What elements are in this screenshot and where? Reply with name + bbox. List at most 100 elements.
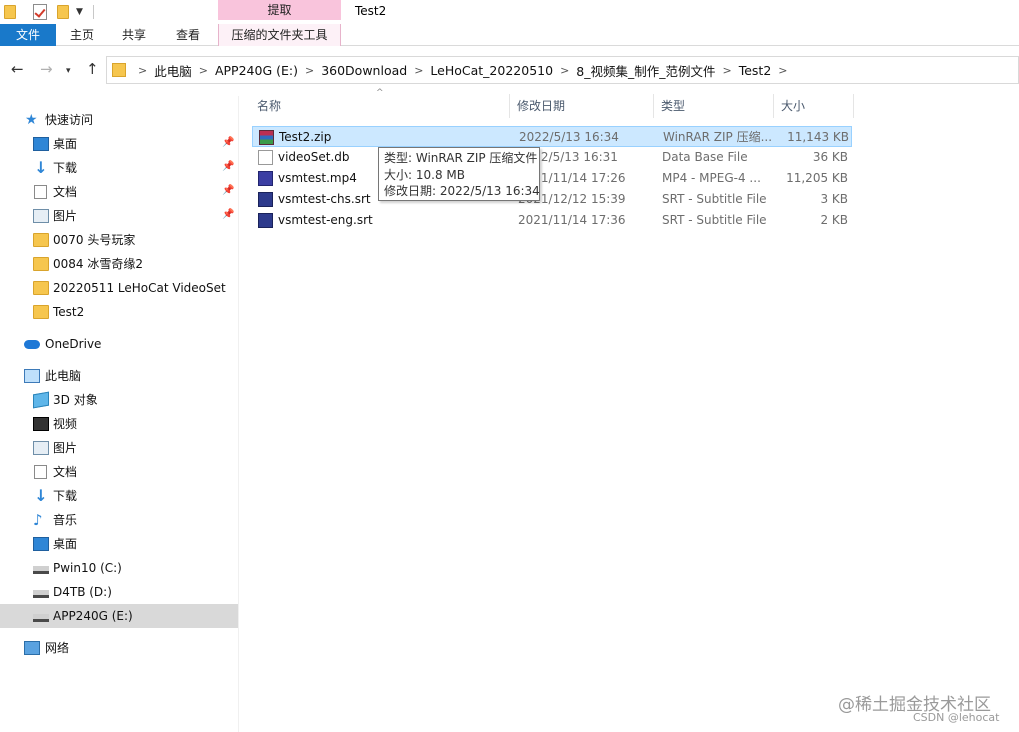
file-type: MP4 - MPEG-4 ... [662,171,761,185]
sidebar-item-documents[interactable]: 文档 📌 [0,180,238,204]
chevron-right-icon[interactable]: > [723,64,732,77]
breadcrumb-item[interactable]: 此电脑 [154,61,192,80]
breadcrumb-item[interactable]: LeHoCat_20220510 [430,63,553,78]
breadcrumb-item[interactable]: Test2 [739,63,772,78]
pin-icon[interactable]: 📌 [222,137,234,148]
new-folder-icon[interactable] [57,5,69,19]
sidebar-item-label: 网络 [45,641,70,655]
up-arrow-icon[interactable]: ↑ [86,62,99,77]
pin-icon[interactable]: 📌 [222,161,234,172]
column-header-name[interactable]: 名称 [250,94,510,118]
breadcrumb: > 此电脑 > APP240G (E:) > 360Download > LeH… [131,57,795,83]
sidebar-item-onedrive[interactable]: OneDrive [0,332,238,356]
tab-file[interactable]: 文件 [0,24,56,46]
toolbar-divider [93,5,94,19]
sidebar-item-pictures[interactable]: 图片 [0,436,238,460]
drive-icon [33,590,49,598]
pin-icon[interactable]: 📌 [222,209,234,220]
sidebar-item-label: 0084 冰雪奇缘2 [53,257,143,271]
file-row[interactable]: Test2.zip 2022/5/13 16:34 WinRAR ZIP 压缩.… [252,126,852,147]
sidebar-item-music[interactable]: ♪ 音乐 [0,508,238,532]
videos-icon [33,417,49,431]
desktop-icon [33,537,49,551]
pictures-icon [33,209,49,223]
sidebar-item-folder[interactable]: 0070 头号玩家 [0,228,238,252]
sidebar-item-label: 视频 [53,417,78,431]
tab-share[interactable]: 共享 [110,24,158,46]
chevron-right-icon[interactable]: > [305,64,314,77]
sidebar-item-label: OneDrive [45,337,102,351]
srt-icon [258,192,273,207]
sidebar-item-folder[interactable]: 20220511 LeHoCat VideoSet [0,276,238,300]
breadcrumb-item[interactable]: APP240G (E:) [215,63,298,78]
db-file-icon [258,150,273,165]
chevron-right-icon[interactable]: > [138,64,147,77]
sidebar-item-folder[interactable]: 0084 冰雪奇缘2 [0,252,238,276]
sidebar-item-pictures[interactable]: 图片 📌 [0,204,238,228]
chevron-down-icon[interactable]: ▼ [76,8,84,17]
sidebar-item-quick-access[interactable]: ★ 快速访问 [0,108,238,132]
sidebar-item-label: 图片 [53,441,78,455]
folder-icon[interactable] [4,5,16,19]
file-row[interactable]: vsmtest-eng.srt 2021/11/14 17:36 SRT - S… [252,210,852,231]
sidebar-item-label: 下载 [53,489,78,503]
drive-icon [33,614,49,622]
file-row[interactable]: videoSet.db 2022/5/13 16:31 Data Base Fi… [252,147,852,168]
sidebar-item-label: 桌面 [53,537,78,551]
sidebar-item-label: 文档 [53,185,78,199]
sidebar-item-label: 图片 [53,209,78,223]
file-info-tooltip: 类型: WinRAR ZIP 压缩文件 大小: 10.8 MB 修改日期: 20… [378,147,540,201]
breadcrumb-item[interactable]: 360Download [321,63,407,78]
contextual-group-extract: 提取 [218,0,341,20]
sidebar-item-label: 桌面 [53,137,78,151]
sidebar-item-label: 3D 对象 [53,393,98,407]
file-row[interactable]: vsmtest-chs.srt 2021/12/12 15:39 SRT - S… [252,189,852,210]
computer-icon [24,369,40,383]
sidebar-item-drive-d[interactable]: D4TB (D:) [0,580,238,604]
properties-check-icon[interactable] [33,4,47,20]
recent-locations-chevron-icon[interactable]: ▾ [66,64,71,79]
forward-arrow-icon[interactable]: → [40,62,53,77]
sidebar-item-folder[interactable]: Test2 [0,300,238,324]
sidebar-item-desktop[interactable]: 桌面 📌 [0,132,238,156]
sidebar-item-drive-e[interactable]: APP240G (E:) [0,604,238,628]
tab-view[interactable]: 查看 [164,24,212,46]
sidebar-item-label: 快速访问 [45,113,94,127]
sidebar-item-this-pc[interactable]: 此电脑 [0,364,238,388]
sidebar-item-downloads[interactable]: ↓ 下载 [0,484,238,508]
folder-icon [33,233,49,247]
sidebar-item-documents[interactable]: 文档 [0,460,238,484]
address-bar[interactable]: > 此电脑 > APP240G (E:) > 360Download > LeH… [106,56,1019,84]
chevron-right-icon[interactable]: > [414,64,423,77]
file-date: 2021/11/14 17:36 [518,213,626,227]
column-header-size[interactable]: 大小 [774,94,854,118]
sidebar-item-downloads[interactable]: ↓ 下载 📌 [0,156,238,180]
chevron-right-icon[interactable]: > [199,64,208,77]
file-size: 11,143 KB [787,130,849,144]
pane-divider[interactable] [238,96,239,732]
sidebar-item-3d-objects[interactable]: 3D 对象 [0,388,238,412]
file-row[interactable]: vsmtest.mp4 2021/11/14 17:26 MP4 - MPEG-… [252,168,852,189]
download-icon: ↓ [34,486,48,505]
breadcrumb-item[interactable]: 8_视频集_制作_范例文件 [576,61,715,80]
desktop-icon [33,137,49,151]
sidebar-item-videos[interactable]: 视频 [0,412,238,436]
tooltip-size: 大小: 10.8 MB [384,167,465,182]
sidebar-item-drive-c[interactable]: Pwin10 (C:) [0,556,238,580]
tab-home[interactable]: 主页 [58,24,106,46]
sidebar-item-label: Pwin10 (C:) [53,561,122,575]
chevron-right-icon[interactable]: > [778,64,787,77]
sidebar-item-label: Test2 [53,305,85,319]
navigation-pane: ★ 快速访问 桌面 📌 ↓ 下载 📌 文档 📌 图片 📌 0070 头号玩家 0… [0,96,238,732]
back-arrow-icon[interactable]: ← [11,62,24,77]
column-header-type[interactable]: 类型 [654,94,774,118]
pin-icon[interactable]: 📌 [222,185,234,196]
sidebar-item-label: D4TB (D:) [53,585,112,599]
sidebar-item-desktop[interactable]: 桌面 [0,532,238,556]
sidebar-item-network[interactable]: 网络 [0,636,238,660]
sidebar-item-label: 文档 [53,465,78,479]
chevron-right-icon[interactable]: > [560,64,569,77]
sidebar-item-label: 下载 [53,161,78,175]
tab-compressed-folder-tools[interactable]: 压缩的文件夹工具 [218,24,341,46]
column-header-date[interactable]: 修改日期 [510,94,654,118]
